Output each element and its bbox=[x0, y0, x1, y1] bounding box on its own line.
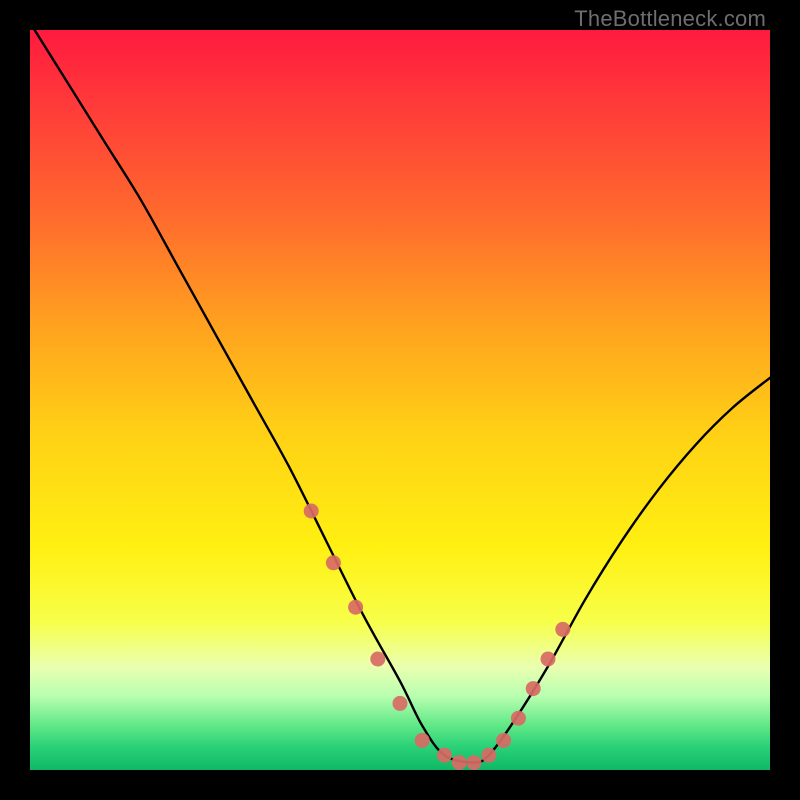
emphasis-dot bbox=[555, 622, 570, 637]
curve-layer bbox=[30, 30, 770, 770]
plot-area bbox=[30, 30, 770, 770]
watermark-text: TheBottleneck.com bbox=[574, 6, 766, 32]
emphasis-dot bbox=[326, 555, 341, 570]
emphasis-dot bbox=[541, 652, 556, 667]
emphasis-dot bbox=[496, 733, 511, 748]
emphasis-dot bbox=[511, 711, 526, 726]
emphasis-dot bbox=[393, 696, 408, 711]
emphasis-dot bbox=[370, 652, 385, 667]
emphasis-dots bbox=[304, 504, 571, 771]
emphasis-dot bbox=[304, 504, 319, 519]
emphasis-dot bbox=[467, 755, 482, 770]
bottleneck-curve bbox=[30, 30, 770, 763]
emphasis-dot bbox=[415, 733, 430, 748]
emphasis-dot bbox=[348, 600, 363, 615]
chart-frame: TheBottleneck.com bbox=[0, 0, 800, 800]
emphasis-dot bbox=[526, 681, 541, 696]
emphasis-dot bbox=[452, 755, 467, 770]
emphasis-dot bbox=[437, 748, 452, 763]
emphasis-dot bbox=[481, 748, 496, 763]
